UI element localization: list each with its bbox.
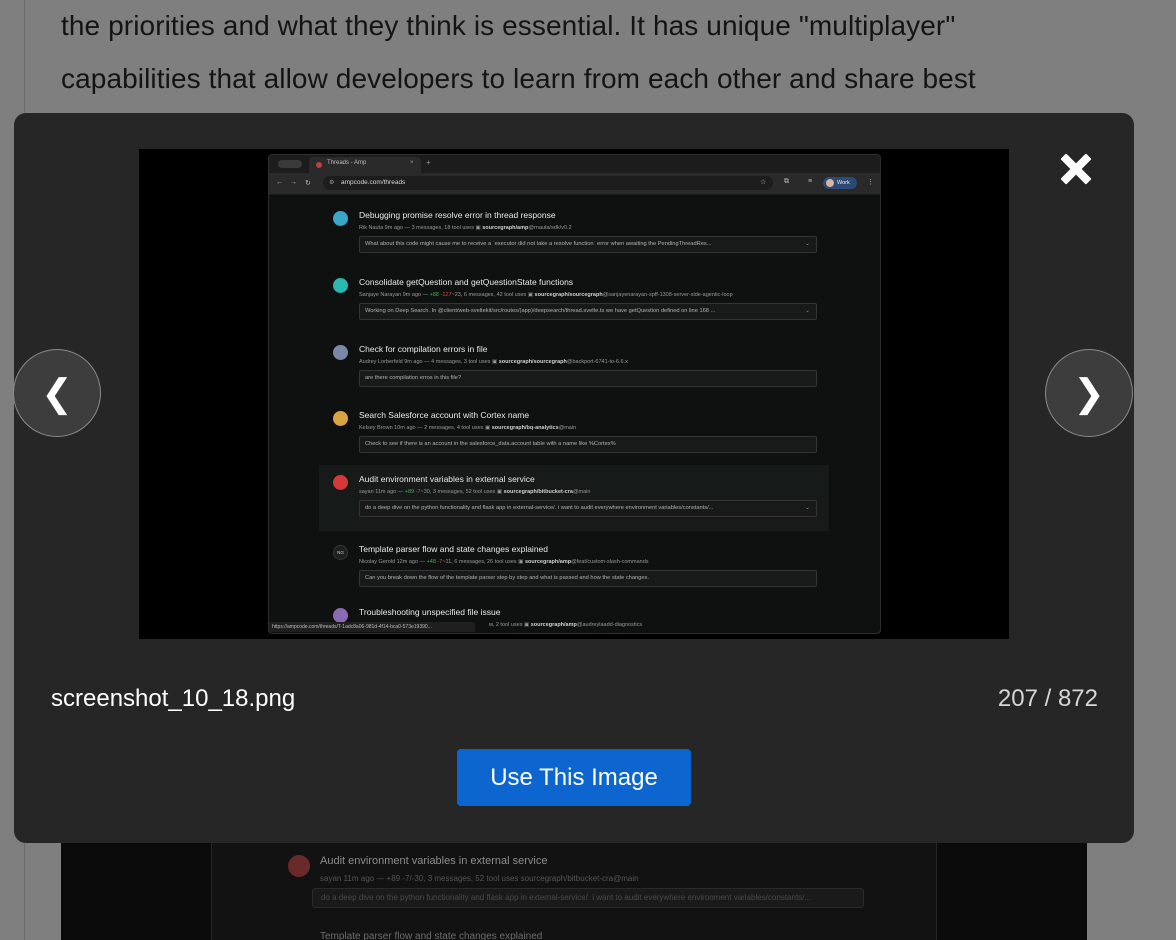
- repo-icon: ▣: [527, 292, 534, 298]
- previous-image-button[interactable]: ❮: [13, 349, 101, 437]
- close-button[interactable]: [1054, 147, 1098, 191]
- thread-prompt: Check to see if there is an account in t…: [359, 436, 817, 453]
- chevron-down-icon: ⌄: [804, 308, 810, 314]
- tab-group-toggle: [278, 160, 302, 168]
- url-field: ⚙ ampcode.com/threads ☆: [323, 176, 773, 190]
- image-filename: screenshot_10_18.png: [51, 685, 296, 712]
- avatar: [333, 411, 348, 426]
- thread-prompt: What about this code might cause me to r…: [359, 236, 817, 253]
- avatar: [333, 608, 348, 623]
- avatar: [333, 278, 348, 293]
- more-menu-icon: ⋮: [867, 179, 874, 186]
- avatar: [333, 345, 348, 360]
- tab-title: Threads - Amp: [327, 160, 367, 166]
- avatar: [288, 855, 310, 877]
- extensions-icon: ⧉: [784, 178, 789, 185]
- article-text-line: the priorities and what they think is es…: [61, 10, 956, 41]
- thread-title: Template parser flow and state changes e…: [320, 931, 543, 940]
- bookmark-star-icon: ☆: [760, 179, 767, 186]
- repo-icon: ▣: [492, 359, 498, 365]
- thread-meta: Kelsey Brown 10m ago — 2 messages, 4 too…: [359, 425, 577, 431]
- forward-arrow-icon: →: [290, 179, 297, 186]
- thread-meta: Nicolay Gerold 12m ago — +48 -7~11, 6 me…: [359, 559, 649, 565]
- site-info-icon: ⚙: [329, 180, 335, 186]
- repo-icon: ▣: [523, 622, 530, 628]
- avatar: [333, 211, 348, 226]
- thread-meta: м, 2 tool uses ▣ sourcegraph/amp@audreyl…: [489, 622, 643, 628]
- thread-prompt: do a deep dive on the python functionali…: [359, 500, 817, 517]
- thread-prompt: Working on Deep Search. In @client/web-s…: [359, 303, 817, 320]
- thread-meta: sayan 11m ago — +89 -7~30, 3 messages, 5…: [359, 489, 591, 495]
- thread-item-hovered: Audit environment variables in external …: [319, 465, 829, 531]
- tab-close-icon: ×: [410, 160, 414, 166]
- article-image: Audit environment variables in external …: [61, 843, 1087, 940]
- avatar: NG: [333, 545, 348, 560]
- profile-badge: Work: [823, 177, 857, 189]
- use-image-button[interactable]: Use This Image: [457, 749, 691, 806]
- thread-prompt: Can you break down the flow of the templ…: [359, 570, 817, 587]
- browser-tab-bar: Threads - Amp × +: [269, 155, 880, 173]
- browser-tab: Threads - Amp ×: [309, 157, 421, 173]
- thread-meta: Rik Nauta 9m ago — 3 messages, 18 tool u…: [359, 225, 572, 231]
- thread-item: Check for compilation errors in file Aud…: [319, 337, 829, 397]
- thread-title: Consolidate getQuestion and getQuestionS…: [359, 277, 574, 287]
- next-image-button[interactable]: ❯: [1045, 349, 1133, 437]
- thread-item: Debugging promise resolve error in threa…: [319, 203, 829, 263]
- thread-title: Template parser flow and state changes e…: [359, 544, 549, 554]
- thread-title: Audit environment variables in external …: [320, 855, 548, 867]
- image-counter: 207 / 872: [997, 685, 1098, 712]
- repo-icon: ▣: [475, 225, 481, 231]
- chevron-down-icon: ⌄: [804, 241, 810, 247]
- thread-prompt: do a deep dive on the python functionali…: [312, 888, 864, 908]
- repo-icon: ▣: [518, 559, 524, 565]
- thread-item: NG Template parser flow and state change…: [319, 537, 829, 597]
- thread-meta: sayan 11m ago — +89 -7/-30, 3 messages, …: [320, 874, 639, 883]
- thread-title: Check for compilation errors in file: [359, 344, 488, 354]
- thread-title: Debugging promise resolve error in threa…: [359, 210, 556, 220]
- thread-item: Consolidate getQuestion and getQuestionS…: [319, 270, 829, 330]
- new-tab-icon: +: [426, 158, 431, 167]
- profile-label: Work: [837, 180, 850, 186]
- browser-address-bar: ← → ↻ ⚙ ampcode.com/threads ☆ ⧉ ≡ Work ⋮: [269, 173, 880, 195]
- thread-meta: Sanjaye Narayan 9m ago — +88 -127~23, 6 …: [359, 292, 733, 298]
- media-controls-icon: ≡: [808, 178, 813, 185]
- status-bar-url: https://ampcode.com/threads/T-1adc8a06-9…: [269, 622, 475, 632]
- favicon-icon: [316, 162, 322, 168]
- browser-window-screenshot: Threads - Amp × + ← → ↻ ⚙ ampcode.com/th…: [268, 154, 881, 634]
- thread-prompt: are there compilation erros in this file…: [359, 370, 817, 387]
- repo-icon: ▣: [496, 489, 503, 495]
- avatar: [826, 179, 834, 187]
- avatar: [333, 475, 348, 490]
- repo-icon: ▣: [484, 425, 491, 431]
- thread-title: Audit environment variables in external …: [359, 474, 535, 484]
- url-text: ampcode.com/threads: [341, 179, 406, 186]
- image-preview: Threads - Amp × + ← → ↻ ⚙ ampcode.com/th…: [139, 149, 1009, 639]
- thread-title: Troubleshooting unspecified file issue: [359, 607, 501, 617]
- article-text-line: capabilities that allow developers to le…: [61, 63, 976, 94]
- chevron-down-icon: ⌄: [804, 505, 810, 511]
- thread-item: Search Salesforce account with Cortex na…: [319, 403, 829, 463]
- back-arrow-icon: ←: [276, 179, 283, 186]
- reload-icon: ↻: [305, 180, 311, 187]
- thread-meta: Audrey Lorberfeld 9m ago — 4 messages, 3…: [359, 359, 628, 365]
- thread-title: Search Salesforce account with Cortex na…: [359, 410, 530, 420]
